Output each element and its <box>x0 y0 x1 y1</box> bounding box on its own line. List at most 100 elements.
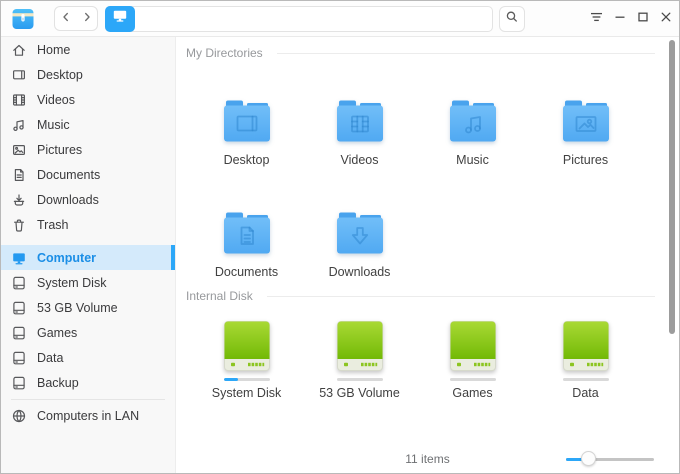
drive-icon <box>11 325 27 341</box>
item-label: Pictures <box>562 153 609 167</box>
sidebar-item-label: Music <box>37 117 70 132</box>
videos-icon <box>11 92 27 108</box>
sidebar-item-data[interactable]: Data <box>1 345 175 370</box>
sidebar: Home Desktop Videos Music Pictures Documents D… <box>1 37 176 473</box>
item-label: Music <box>456 153 489 167</box>
folder-item-documents[interactable]: Documents <box>190 212 303 280</box>
desktop-icon <box>11 67 27 83</box>
disk-icon <box>562 321 609 371</box>
sidebar-item-downloads[interactable]: Downloads <box>1 187 175 212</box>
drive-icon <box>11 275 27 291</box>
home-icon <box>11 42 27 58</box>
sidebar-item-backup[interactable]: Backup <box>1 370 175 395</box>
chevron-left-icon <box>59 10 73 27</box>
sidebar-item-label: Pictures <box>37 142 83 157</box>
maximize-icon <box>635 9 651 28</box>
back-button[interactable] <box>55 7 76 30</box>
section-divider <box>266 295 655 297</box>
search-button[interactable] <box>499 5 525 32</box>
sidebar-item-desktop[interactable]: Desktop <box>1 62 175 87</box>
sidebar-item-label: Videos <box>37 92 75 107</box>
sidebar-item-computers-in-lan[interactable]: Computers in LAN <box>1 403 175 428</box>
item-label: Documents <box>214 265 279 279</box>
disk-usage-bar <box>336 378 383 381</box>
sidebar-item-label: Computers in LAN <box>37 408 140 423</box>
status-bar: 11 items <box>176 444 679 473</box>
sidebar-item-videos[interactable]: Videos <box>1 87 175 112</box>
sidebar-item-home[interactable]: Home <box>1 37 175 62</box>
app-body: Home Desktop Videos Music Pictures Documents D… <box>1 37 679 473</box>
sidebar-item-label: Downloads <box>37 192 99 207</box>
section-title: My Directories <box>186 46 263 60</box>
window-controls <box>585 6 679 32</box>
sidebar-item-label: Home <box>37 42 71 57</box>
documents-icon <box>11 167 27 183</box>
sidebar-item-games[interactable]: Games <box>1 320 175 345</box>
sidebar-item-label: Desktop <box>37 67 83 82</box>
folder-item-pictures[interactable]: Pictures <box>529 100 642 168</box>
sidebar-item-label: 53 GB Volume <box>37 300 118 315</box>
item-label: Games <box>452 386 493 400</box>
grid-my-directories: Desktop Videos Music Pictures Documents <box>190 100 679 280</box>
maximize-button[interactable] <box>631 6 654 32</box>
computer-icon <box>11 250 27 266</box>
slider-thumb[interactable] <box>581 451 597 466</box>
sidebar-item-label: Computer <box>37 250 97 265</box>
disk-usage-bar <box>223 378 270 381</box>
forward-button[interactable] <box>76 7 97 30</box>
folder-item-downloads[interactable]: Downloads <box>303 212 416 280</box>
sidebar-item-music[interactable]: Music <box>1 112 175 137</box>
disk-icon <box>449 321 496 371</box>
computer-crumb-icon <box>112 8 128 29</box>
folder-icon <box>336 212 384 254</box>
address-crumb-bar[interactable] <box>105 5 493 32</box>
drive-icon <box>11 300 27 316</box>
search-icon <box>504 9 520 28</box>
folder-icon <box>562 100 610 142</box>
disk-item-53-gb-volume[interactable]: 53 GB Volume <box>303 321 416 401</box>
folder-item-videos[interactable]: Videos <box>303 100 416 168</box>
section-title: Internal Disk <box>186 289 253 303</box>
item-label: Data <box>572 386 599 400</box>
folder-icon <box>449 100 497 142</box>
folder-icon <box>223 100 271 142</box>
vertical-scrollbar[interactable] <box>669 40 675 334</box>
sidebar-item-volume-53gb[interactable]: 53 GB Volume <box>1 295 175 320</box>
disk-icon <box>336 321 383 371</box>
downloads-icon <box>11 192 27 208</box>
disk-item-data[interactable]: Data <box>529 321 642 401</box>
disk-icon <box>223 321 270 371</box>
close-button[interactable] <box>654 6 677 32</box>
disk-item-system-disk[interactable]: System Disk <box>190 321 303 401</box>
sidebar-item-label: Trash <box>37 217 69 232</box>
minimize-icon <box>612 9 628 28</box>
folder-item-music[interactable]: Music <box>416 100 529 168</box>
hamburger-menu-icon <box>588 9 605 28</box>
chevron-right-icon <box>80 10 94 27</box>
icon-size-slider[interactable] <box>566 451 654 467</box>
disk-item-games[interactable]: Games <box>416 321 529 401</box>
section-header-internal-disk: Internal Disk <box>186 288 655 304</box>
minimize-button[interactable] <box>608 6 631 32</box>
sidebar-item-documents[interactable]: Documents <box>1 162 175 187</box>
sidebar-item-pictures[interactable]: Pictures <box>1 137 175 162</box>
pictures-icon <box>11 142 27 158</box>
disk-usage-fill <box>223 378 239 381</box>
crumb-computer[interactable] <box>105 5 135 32</box>
item-label: Downloads <box>328 265 391 279</box>
disk-usage-bar <box>562 378 609 381</box>
folder-icon <box>223 212 271 254</box>
item-label: System Disk <box>211 386 282 400</box>
main-content: My Directories Desktop Videos Music Pict… <box>176 37 679 473</box>
sidebar-item-system-disk[interactable]: System Disk <box>1 270 175 295</box>
file-manager-window: Home Desktop Videos Music Pictures Documents D… <box>0 0 680 474</box>
item-label: 53 GB Volume <box>319 386 400 400</box>
sidebar-item-computer[interactable]: Computer <box>1 245 175 270</box>
menu-button[interactable] <box>585 6 608 32</box>
sidebar-item-trash[interactable]: Trash <box>1 212 175 237</box>
file-manager-app-icon <box>11 7 35 31</box>
disk-usage-bar <box>449 378 496 381</box>
folder-item-desktop[interactable]: Desktop <box>190 100 303 168</box>
folder-icon <box>336 100 384 142</box>
